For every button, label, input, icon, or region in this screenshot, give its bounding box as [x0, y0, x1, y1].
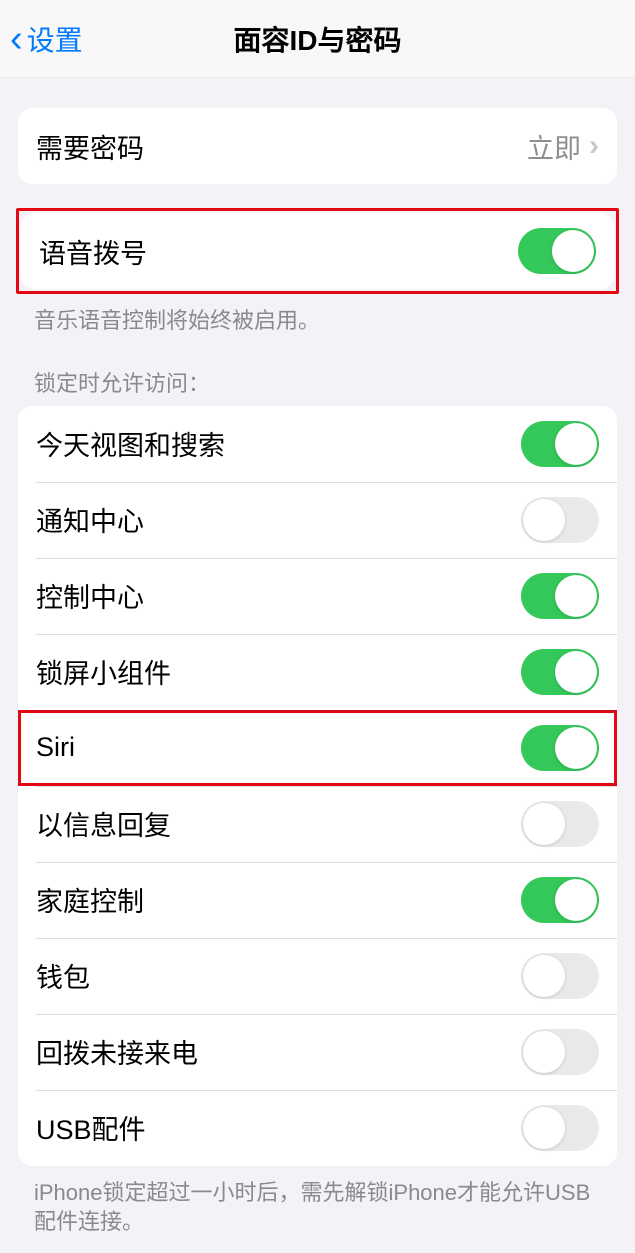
- lock-access-label-usb: USB配件: [36, 1108, 521, 1147]
- lock-access-label-widgets: 锁屏小组件: [36, 652, 521, 691]
- toggle-knob: [523, 803, 565, 845]
- page-title: 面容ID与密码: [0, 19, 635, 59]
- lock-access-toggle-usb[interactable]: [521, 1105, 599, 1151]
- lock-access-label-callback: 回拨未接来电: [36, 1032, 521, 1071]
- lock-access-toggle-reply[interactable]: [521, 801, 599, 847]
- lock-access-row-notifications: 通知中心: [18, 482, 617, 558]
- lock-access-row-usb: USB配件: [18, 1090, 617, 1166]
- voice-dial-label: 语音拨号: [39, 232, 518, 271]
- lock-access-label-siri: Siri: [36, 732, 521, 763]
- lock-access-label-today: 今天视图和搜索: [36, 424, 521, 463]
- lock-access-toggle-home[interactable]: [521, 877, 599, 923]
- toggle-knob: [523, 955, 565, 997]
- back-button[interactable]: ‹ 设置: [0, 19, 83, 59]
- voice-dial-toggle[interactable]: [518, 228, 596, 274]
- lock-access-footer: iPhone锁定超过一小时后，需先解锁iPhone才能允许USB配件连接。: [0, 1166, 635, 1237]
- lock-access-toggle-siri[interactable]: [521, 725, 599, 771]
- lock-access-row-home: 家庭控制: [18, 862, 617, 938]
- lock-access-toggle-callback[interactable]: [521, 1029, 599, 1075]
- lock-access-toggle-widgets[interactable]: [521, 649, 599, 695]
- lock-access-label-notifications: 通知中心: [36, 500, 521, 539]
- toggle-knob: [555, 651, 597, 693]
- lock-access-label-wallet: 钱包: [36, 956, 521, 995]
- lock-access-group: 今天视图和搜索通知中心控制中心锁屏小组件 Siri 以信息回复家庭控制钱包回拨未接来…: [18, 406, 617, 1166]
- toggle-knob: [523, 1031, 565, 1073]
- lock-access-row-control: 控制中心: [18, 558, 617, 634]
- lock-access-label-control: 控制中心: [36, 576, 521, 615]
- lock-access-toggle-control[interactable]: [521, 573, 599, 619]
- toggle-knob: [555, 727, 597, 769]
- lock-access-row-today: 今天视图和搜索: [18, 406, 617, 482]
- back-label: 设置: [27, 19, 83, 59]
- lock-access-toggle-today[interactable]: [521, 421, 599, 467]
- require-passcode-value: 立即: [527, 127, 581, 166]
- chevron-left-icon: ‹: [10, 20, 23, 58]
- lock-access-row-siri: Siri: [18, 710, 617, 786]
- lock-access-row-callback: 回拨未接来电: [18, 1014, 617, 1090]
- lock-access-row-wallet: 钱包: [18, 938, 617, 1014]
- voice-dial-footer: 音乐语音控制将始终被启用。: [0, 294, 635, 336]
- lock-access-row-reply: 以信息回复: [18, 786, 617, 862]
- nav-bar: ‹ 设置 面容ID与密码: [0, 0, 635, 78]
- lock-access-toggle-wallet[interactable]: [521, 953, 599, 999]
- toggle-knob: [555, 879, 597, 921]
- highlight-voice-dial: 语音拨号: [16, 208, 619, 294]
- toggle-knob: [523, 499, 565, 541]
- voice-dial-row: 语音拨号: [21, 213, 614, 289]
- lock-access-label-reply: 以信息回复: [36, 804, 521, 843]
- toggle-knob: [555, 423, 597, 465]
- lock-access-toggle-notifications[interactable]: [521, 497, 599, 543]
- lock-access-header: 锁定时允许访问：: [0, 336, 635, 406]
- voice-dial-group: 语音拨号: [21, 213, 614, 289]
- toggle-knob: [552, 230, 594, 272]
- toggle-knob: [555, 575, 597, 617]
- passcode-group: 需要密码 立即 ›: [18, 108, 617, 184]
- lock-access-label-home: 家庭控制: [36, 880, 521, 919]
- require-passcode-row[interactable]: 需要密码 立即 ›: [18, 108, 617, 184]
- toggle-knob: [523, 1107, 565, 1149]
- chevron-right-icon: ›: [589, 129, 599, 163]
- require-passcode-label: 需要密码: [36, 127, 527, 166]
- lock-access-row-widgets: 锁屏小组件: [18, 634, 617, 710]
